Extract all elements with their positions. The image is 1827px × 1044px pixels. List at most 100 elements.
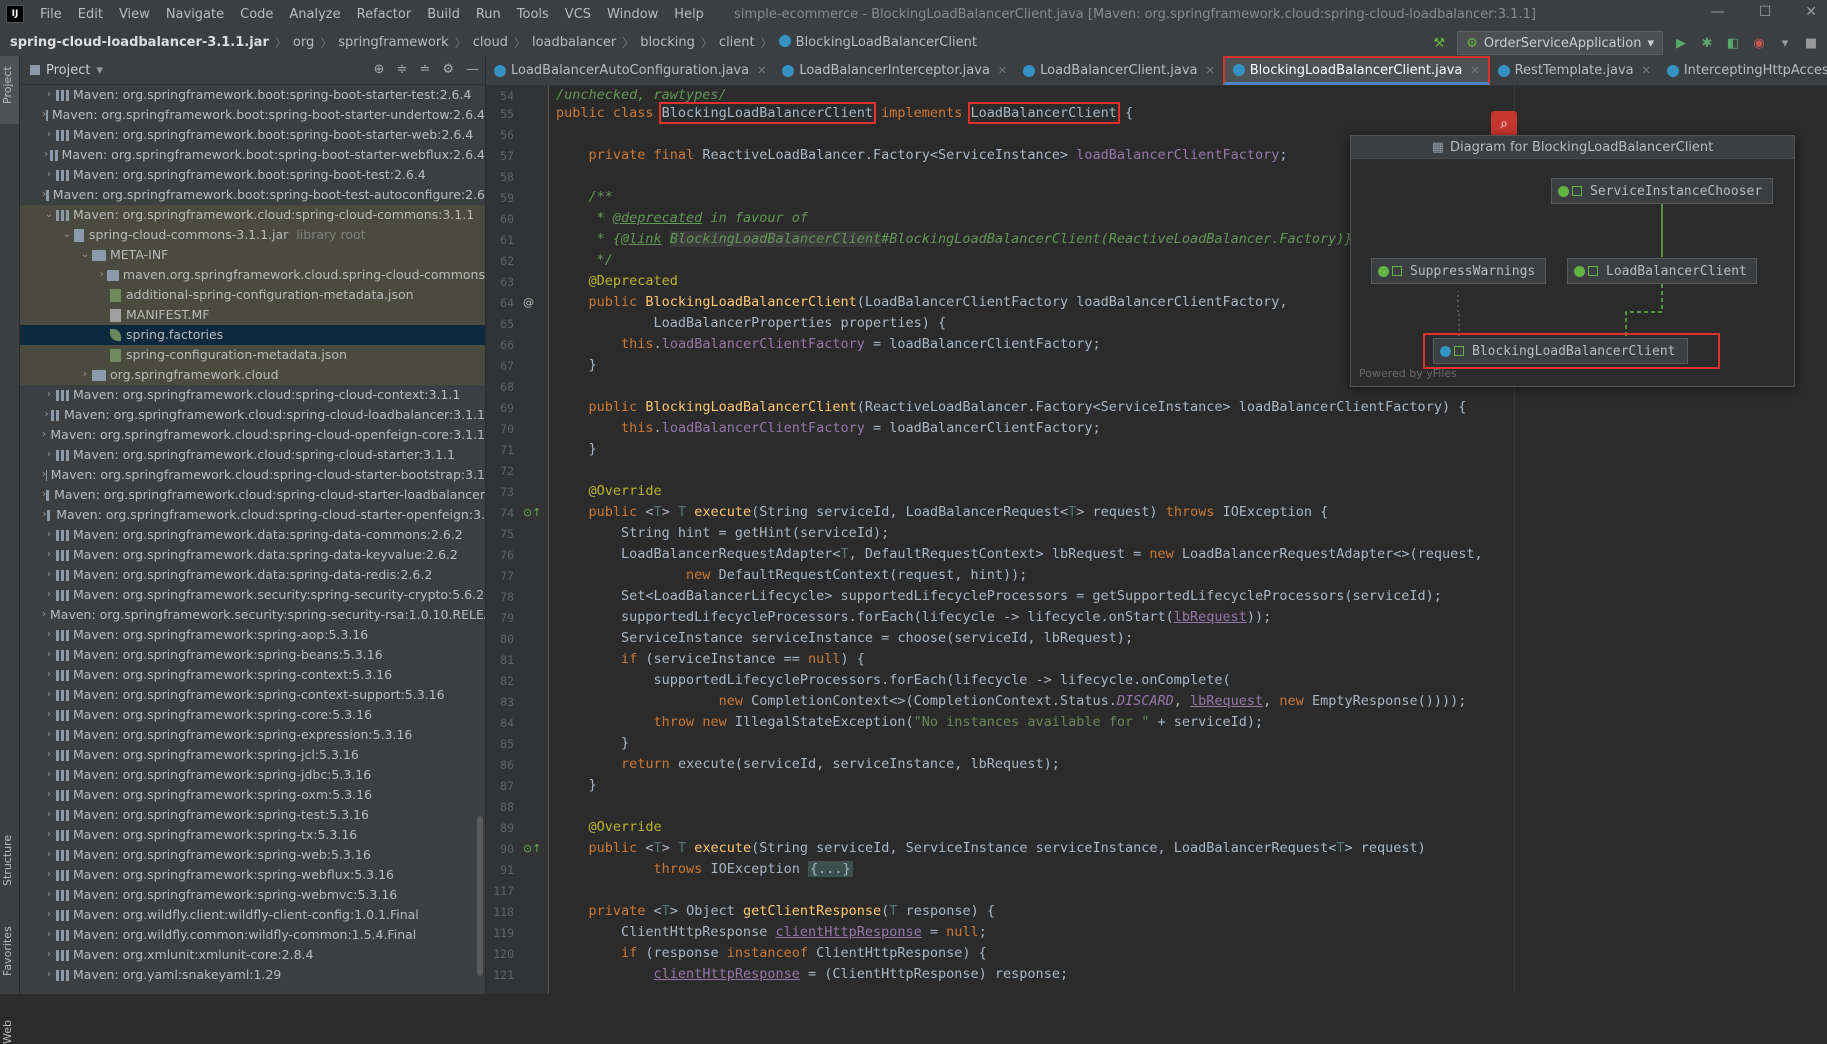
favorites-tool-label[interactable]: Favorites — [1, 926, 14, 976]
chevron-right-icon[interactable]: › — [42, 625, 56, 645]
profiler-icon[interactable]: ◉ — [1751, 35, 1767, 51]
tree-item[interactable]: ›Maven: org.springframework.boot:spring-… — [20, 185, 485, 205]
chevron-right-icon[interactable]: › — [42, 145, 50, 165]
close-tab-icon[interactable]: ✕ — [1642, 64, 1651, 77]
search-icon[interactable]: ⌕ — [1491, 111, 1517, 137]
tree-item[interactable]: ›Maven: org.springframework:spring-oxm:5… — [20, 785, 485, 805]
menu-file[interactable]: File — [32, 7, 70, 22]
tree-item[interactable]: ›Maven: org.springframework.boot:spring-… — [20, 125, 485, 145]
chevron-right-icon[interactable]: › — [42, 965, 56, 985]
breadcrumb-loadbalancer[interactable]: loadbalancer — [526, 35, 622, 50]
tree-item[interactable]: ⌄META-INF — [20, 245, 485, 265]
chevron-down-icon[interactable]: ⌄ — [60, 225, 74, 245]
folded-region[interactable]: {...} — [808, 861, 853, 877]
chevron-down-icon[interactable]: ▾ — [96, 63, 103, 78]
tree-item[interactable]: ›Maven: org.springframework.security:spr… — [20, 585, 485, 605]
web-tool-label[interactable]: Web — [1, 1020, 14, 1044]
tree-item[interactable]: ›Maven: org.springframework.security:spr… — [20, 605, 485, 625]
diagram-node-blockingloadbalancerclient[interactable]: BlockingLoadBalancerClient — [1433, 338, 1688, 364]
breadcrumb-blocking[interactable]: blocking — [634, 35, 701, 50]
chevron-right-icon[interactable]: › — [42, 605, 46, 625]
tree-item[interactable]: ›Maven: org.springframework.cloud:spring… — [20, 465, 485, 485]
diagram-node-loadbalancerclient[interactable]: LoadBalancerClient — [1567, 258, 1757, 284]
editor-tab[interactable]: LoadBalancerAutoConfiguration.java✕ — [486, 56, 774, 85]
editor-tab[interactable]: LoadBalancerInterceptor.java✕ — [774, 56, 1015, 85]
tree-item[interactable]: ›Maven: org.springframework.cloud:spring… — [20, 505, 485, 525]
chevron-right-icon[interactable]: › — [42, 525, 56, 545]
tree-item[interactable]: ›org.springframework.cloud — [20, 365, 485, 385]
chevron-right-icon[interactable]: › — [42, 945, 56, 965]
editor-tab[interactable]: LoadBalancerClient.java✕ — [1015, 56, 1223, 85]
editor-tab[interactable]: RestTemplate.java✕ — [1490, 56, 1659, 85]
tree-item[interactable]: ›Maven: org.springframework.cloud:spring… — [20, 445, 485, 465]
chevron-right-icon[interactable]: › — [42, 685, 56, 705]
chevron-right-icon[interactable]: › — [42, 665, 56, 685]
chevron-right-icon[interactable]: › — [42, 405, 51, 425]
class-diagram-popup[interactable]: ▦ Diagram for BlockingLoadBalancerClient… — [1350, 135, 1795, 387]
maximize-button[interactable]: ☐ — [1759, 4, 1772, 20]
tree-item[interactable]: ›Maven: org.springframework:spring-conte… — [20, 685, 485, 705]
tree-item[interactable]: ›Maven: org.springframework:spring-webmv… — [20, 885, 485, 905]
chevron-right-icon[interactable]: › — [42, 745, 56, 765]
tree-item[interactable]: MANIFEST.MF — [20, 305, 485, 325]
close-tab-icon[interactable]: ✕ — [998, 64, 1007, 77]
menu-vcs[interactable]: VCS — [557, 7, 599, 22]
expand-all-icon[interactable]: ≑ — [397, 62, 408, 77]
gear-icon[interactable]: ⚙ — [442, 62, 454, 77]
chevron-right-icon[interactable]: › — [42, 385, 56, 405]
menu-code[interactable]: Code — [232, 7, 281, 22]
tree-item[interactable]: ›Maven: org.springframework.boot:spring-… — [20, 165, 485, 185]
breadcrumb-jar[interactable]: spring-cloud-loadbalancer-3.1.1.jar — [0, 35, 275, 50]
tree-item[interactable]: ›Maven: org.wildfly.client:wildfly-clien… — [20, 905, 485, 925]
coverage-icon[interactable]: ◧ — [1725, 35, 1741, 51]
tree-item[interactable]: ›Maven: org.springframework:spring-web:5… — [20, 845, 485, 865]
tree-item[interactable]: ›Maven: org.springframework:spring-aop:5… — [20, 625, 485, 645]
chevron-right-icon[interactable]: › — [96, 265, 107, 285]
tree-item[interactable]: spring.factories — [20, 325, 485, 345]
breadcrumb-client[interactable]: client — [713, 35, 761, 50]
tree-item[interactable]: ›Maven: org.springframework:spring-conte… — [20, 665, 485, 685]
tree-item[interactable]: ›Maven: org.springframework.cloud:spring… — [20, 405, 485, 425]
editor-tab[interactable]: BlockingLoadBalancerClient.java✕ — [1223, 56, 1490, 85]
chevron-right-icon[interactable]: › — [42, 585, 56, 605]
chevron-right-icon[interactable]: › — [42, 885, 56, 905]
tree-item[interactable]: spring-configuration-metadata.json — [20, 345, 485, 365]
chevron-right-icon[interactable]: › — [42, 125, 56, 145]
chevron-right-icon[interactable]: › — [42, 85, 56, 105]
menu-analyze[interactable]: Analyze — [281, 7, 348, 22]
tree-item[interactable]: ›Maven: org.springframework.cloud:spring… — [20, 425, 485, 445]
editor-tab[interactable]: InterceptingHttpAccessor.java✕ — [1659, 56, 1827, 85]
run-icon[interactable]: ▶ — [1673, 35, 1689, 51]
close-window-button[interactable]: ✕ — [1805, 4, 1817, 20]
chevron-right-icon[interactable]: › — [42, 705, 56, 725]
menu-window[interactable]: Window — [599, 7, 666, 22]
breadcrumb-cloud[interactable]: cloud — [467, 35, 514, 50]
project-panel-title[interactable]: Project — [46, 63, 90, 78]
breadcrumb-class[interactable]: BlockingLoadBalancerClient — [773, 35, 983, 50]
chevron-right-icon[interactable]: › — [42, 725, 56, 745]
structure-tool-label[interactable]: Structure — [1, 835, 14, 886]
tree-item[interactable]: ›Maven: org.springframework.data:spring-… — [20, 545, 485, 565]
diagram-node-serviceinstancechooser[interactable]: ServiceInstanceChooser — [1551, 178, 1773, 204]
locate-file-icon[interactable]: ⊕ — [374, 62, 385, 77]
menu-tools[interactable]: Tools — [509, 7, 557, 22]
annotation-marker-icon[interactable]: @ — [523, 296, 534, 309]
tree-item[interactable]: ›Maven: org.springframework.boot:spring-… — [20, 105, 485, 125]
chevron-right-icon[interactable]: › — [42, 905, 56, 925]
tree-item[interactable]: ⌄Maven: org.springframework.cloud:spring… — [20, 205, 485, 225]
more-run-icon[interactable]: ▾ — [1777, 35, 1793, 51]
tree-item[interactable]: ›Maven: org.springframework.data:spring-… — [20, 565, 485, 585]
chevron-right-icon[interactable]: › — [42, 445, 56, 465]
chevron-right-icon[interactable]: › — [42, 645, 56, 665]
menu-refactor[interactable]: Refactor — [349, 7, 420, 22]
chevron-right-icon[interactable]: › — [42, 865, 56, 885]
menu-view[interactable]: View — [111, 7, 158, 22]
chevron-down-icon[interactable]: ⌄ — [78, 245, 92, 265]
hide-icon[interactable]: — — [466, 62, 479, 77]
menu-build[interactable]: Build — [419, 7, 468, 22]
tree-item[interactable]: ›Maven: org.springframework:spring-tx:5.… — [20, 825, 485, 845]
implements-marker-icon[interactable]: ⊙↑ — [523, 506, 541, 519]
tree-item[interactable]: ›Maven: org.springframework:spring-jcl:5… — [20, 745, 485, 765]
minimize-button[interactable]: — — [1711, 4, 1725, 20]
tree-item[interactable]: ›maven.org.springframework.cloud.spring-… — [20, 265, 485, 285]
